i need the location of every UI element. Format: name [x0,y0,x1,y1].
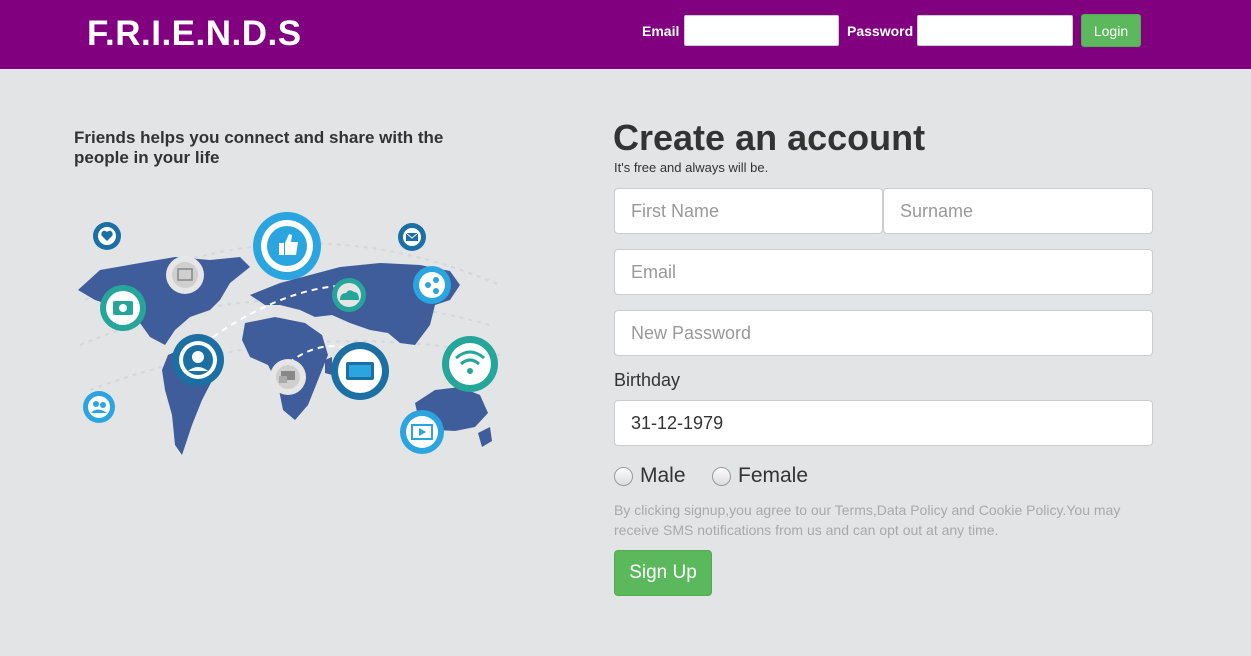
login-email-label: Email [642,23,680,39]
top-navbar: F.R.I.E.N.D.S Email Password Login [0,0,1251,69]
headset-icon [172,334,224,386]
female-radio[interactable] [712,466,731,486]
terms-notice: By clicking signup,you agree to our Term… [614,502,1121,538]
wifi-icon [442,336,498,392]
login-password-input[interactable] [917,15,1073,46]
camera-icon [100,285,146,331]
monitor-icon [331,342,389,400]
users-icon [83,391,115,423]
gender-option-female[interactable]: Female [712,464,808,488]
birthday-label: Birthday [614,370,681,390]
new-password-input[interactable] [614,310,1153,356]
brand-logo[interactable]: F.R.I.E.N.D.S [87,14,302,54]
cloud-icon [332,278,366,312]
gender-option-male[interactable]: Male [614,464,686,488]
heart-icon [93,222,121,250]
share-icon [413,266,451,304]
first-name-input[interactable] [614,188,883,234]
male-radio[interactable] [614,466,633,486]
login-email-input[interactable] [684,15,839,46]
female-label: Female [738,464,809,487]
thumbs-up-icon [253,212,321,280]
hero-tagline: Friends helps you connect and share with… [74,128,444,167]
login-password-label: Password [847,23,914,39]
login-button[interactable]: Login [1081,14,1141,47]
mail-icon [398,223,426,251]
video-icon [400,410,444,454]
signup-email-input[interactable] [614,249,1153,295]
surname-input[interactable] [883,188,1153,234]
photo-icon [166,256,204,294]
signup-title: Create an account [613,117,926,158]
male-label: Male [640,464,686,487]
world-map-illustration [78,212,501,455]
chat-icon [270,359,306,395]
sign-up-button[interactable]: Sign Up [614,550,712,596]
signup-subtitle: It's free and always will be. [614,160,769,175]
birthday-input[interactable] [614,400,1153,446]
